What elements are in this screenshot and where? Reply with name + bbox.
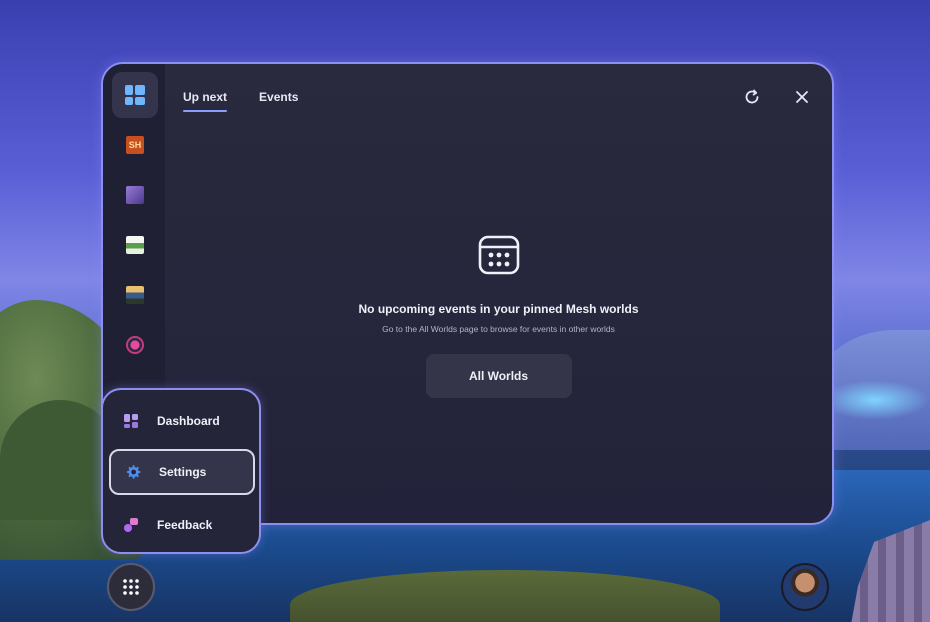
rail-world-circle[interactable] bbox=[112, 322, 158, 368]
refresh-icon bbox=[745, 89, 759, 104]
menu-label-dashboard: Dashboard bbox=[157, 414, 220, 428]
menu-item-settings[interactable]: Settings bbox=[109, 449, 255, 495]
world-thumbnail-circle bbox=[126, 336, 144, 354]
user-avatar[interactable] bbox=[781, 563, 829, 611]
tab-bar: Up next Events bbox=[183, 90, 298, 112]
rail-world-green[interactable] bbox=[112, 222, 158, 268]
menu-item-dashboard[interactable]: Dashboard bbox=[109, 398, 255, 444]
calendar-icon bbox=[478, 235, 519, 275]
dashboard-icon bbox=[123, 413, 139, 429]
dashboard-icon bbox=[125, 85, 145, 105]
world-thumbnail-sh: SH bbox=[126, 136, 144, 154]
rail-world-sh[interactable]: SH bbox=[112, 122, 158, 168]
tab-up-next[interactable]: Up next bbox=[183, 90, 228, 112]
launcher-menu: Dashboard Settings Feedback bbox=[101, 388, 261, 554]
empty-state: No upcoming events in your pinned Mesh w… bbox=[165, 234, 832, 398]
close-button[interactable] bbox=[789, 84, 815, 110]
rail-dashboard-button[interactable] bbox=[112, 72, 158, 118]
empty-state-subtitle: Go to the All Worlds page to browse for … bbox=[382, 324, 615, 334]
refresh-button[interactable] bbox=[739, 84, 765, 110]
menu-label-settings: Settings bbox=[159, 465, 207, 479]
close-icon bbox=[796, 91, 808, 103]
menu-item-feedback[interactable]: Feedback bbox=[109, 502, 255, 548]
feedback-icon bbox=[123, 517, 139, 533]
world-thumbnail-purple bbox=[126, 186, 144, 204]
gear-icon bbox=[125, 464, 141, 480]
world-thumbnail-landscape bbox=[126, 286, 144, 304]
empty-state-title: No upcoming events in your pinned Mesh w… bbox=[358, 302, 639, 316]
shore-glow bbox=[820, 380, 930, 420]
tab-events[interactable]: Events bbox=[259, 90, 298, 112]
world-thumbnail-green bbox=[126, 236, 144, 254]
app-launcher-button[interactable] bbox=[107, 563, 155, 611]
menu-label-feedback: Feedback bbox=[157, 518, 213, 532]
all-worlds-button[interactable]: All Worlds bbox=[425, 354, 572, 398]
grid-dots-icon bbox=[123, 579, 139, 595]
rail-world-purple[interactable] bbox=[112, 172, 158, 218]
rail-world-landscape[interactable] bbox=[112, 272, 158, 318]
